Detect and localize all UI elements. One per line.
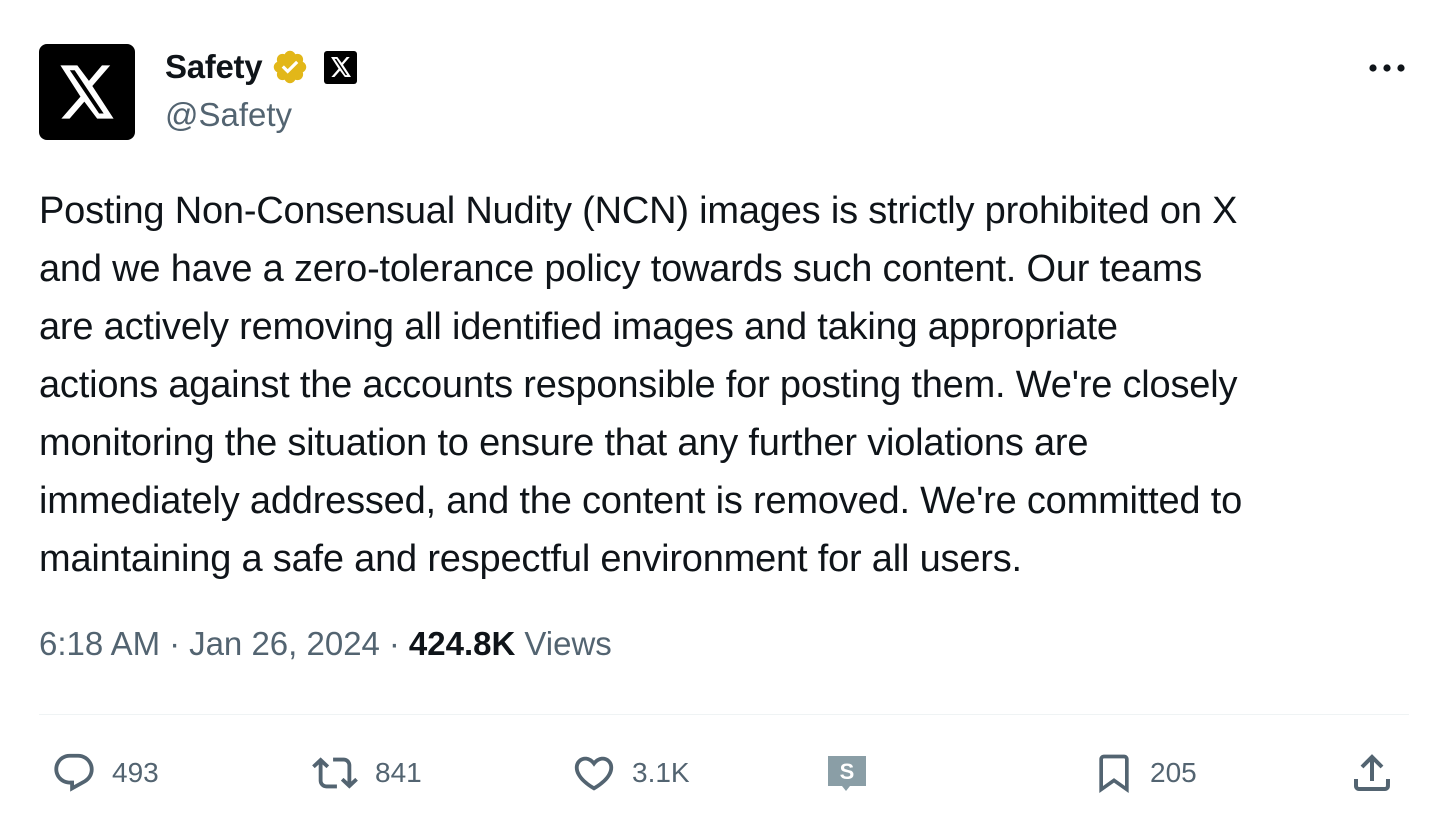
gold-verified-icon[interactable]: [271, 48, 309, 86]
reply-icon: [54, 753, 94, 792]
author-handle[interactable]: @Safety: [165, 96, 292, 134]
x-affiliate-icon[interactable]: [324, 50, 358, 84]
author-avatar[interactable]: [39, 44, 135, 140]
heart-icon: [574, 756, 614, 791]
like-count: 3.1K: [632, 757, 690, 788]
svg-text:S: S: [840, 759, 855, 784]
meta-separator: ·: [169, 625, 181, 662]
divider: [39, 714, 1409, 715]
meta-separator: ·: [388, 625, 400, 662]
tweet-date[interactable]: Jan 26, 2024: [189, 625, 380, 663]
author-display-name[interactable]: Safety: [165, 48, 263, 86]
more-options-button[interactable]: [1364, 50, 1410, 86]
reply-button[interactable]: 493: [50, 748, 159, 798]
bookmark-button[interactable]: 205: [1092, 748, 1197, 798]
share-button[interactable]: [1348, 748, 1396, 798]
tweet-meta: 6:18 AM · Jan 26, 2024 · 424.8K Views: [39, 625, 612, 663]
views-label: Views: [524, 625, 612, 662]
tweet-time[interactable]: 6:18 AM: [39, 625, 160, 663]
like-button[interactable]: 3.1K: [570, 748, 690, 798]
x-logo-icon: [60, 65, 114, 119]
repost-icon: [312, 757, 358, 789]
repost-count: 841: [375, 757, 422, 788]
s-extension-icon: S: [828, 756, 866, 791]
more-dots-icon: [1369, 64, 1405, 72]
author-name-row: Safety: [165, 46, 358, 88]
repost-button[interactable]: 841: [309, 748, 422, 798]
extension-button[interactable]: S: [826, 748, 868, 798]
bookmark-count: 205: [1150, 757, 1197, 788]
views-count: 424.8K: [408, 625, 516, 662]
bookmark-icon: [1099, 754, 1129, 794]
tweet-text: Posting Non-Consensual Nudity (NCN) imag…: [39, 190, 1242, 580]
share-icon: [1354, 754, 1390, 791]
reply-count: 493: [112, 757, 159, 788]
